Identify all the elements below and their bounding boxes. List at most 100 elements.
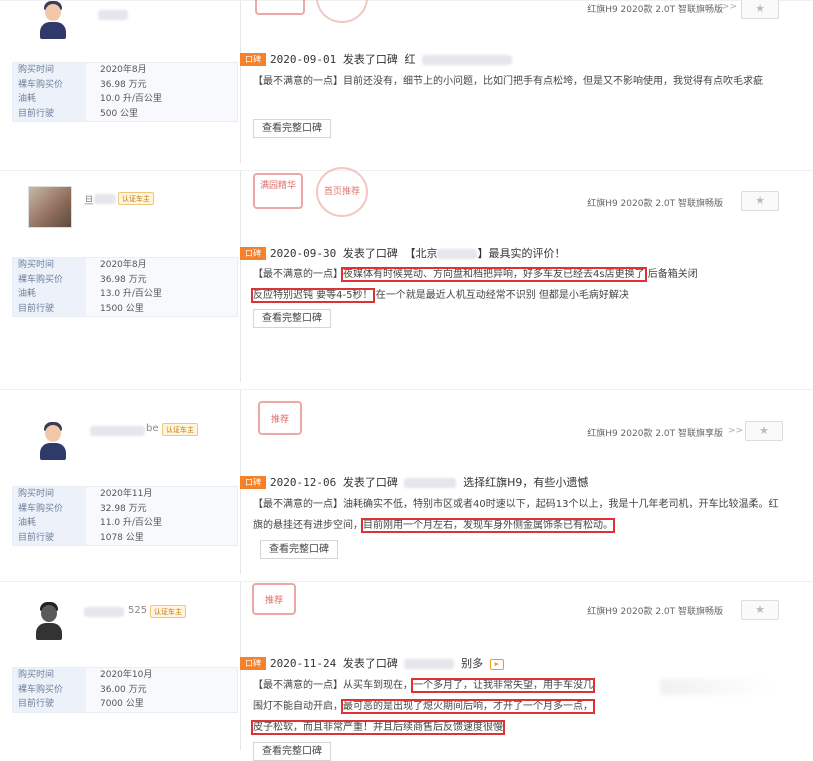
review-title-line[interactable]: 2020-09-30 发表了口碑 【北京 】最具实的评价！ <box>270 245 565 261</box>
recommend-seal-icon <box>316 0 368 23</box>
featured-stamp-icon <box>255 0 305 15</box>
username[interactable]: 525 <box>128 605 147 616</box>
review-body-text: 围灯不能自动开启， <box>253 701 343 712</box>
user-info-panel: 购买时间 2020年8月 裸车购买价 36.98 万元 油耗 10.0 升/百公里 目… <box>12 1 238 163</box>
car-model[interactable]: 红旗H9 2020款 2.0T 智联旗畅版 <box>587 196 723 209</box>
owner-stats: 购买时间 2020年11月 裸车购买价 32.98 万元 油耗 11.0 升/百公里 … <box>12 486 238 546</box>
highlighted-complaint: 皮子松软，而且非常严重！并且后续商售后反馈速度很慢 <box>251 720 505 735</box>
stat-label: 目前行驶 <box>13 530 86 545</box>
review-title-tail: 】最具实的评价！ <box>477 247 566 260</box>
stat-mileage: 1500 公里 <box>86 301 237 316</box>
review-body-label: 【最不满意的一点】从买车到现在， <box>253 680 413 691</box>
stat-price: 36.98 万元 <box>86 272 237 287</box>
review-date: 2020-12-06 <box>270 476 337 489</box>
certified-owner-badge: 认证车主 <box>118 192 154 205</box>
featured-stamp-badge: 满园精华 <box>253 173 303 209</box>
koubei-tag: 口碑 <box>240 476 266 489</box>
posted-label: 发表了口碑 <box>342 657 398 670</box>
homepage-recommend-badge: 首页推荐 <box>316 167 368 217</box>
car-model[interactable]: 红旗H9 2020款 2.0T 智联旗畅版 <box>587 2 723 15</box>
koubei-tag: 口碑 <box>240 657 266 670</box>
review-body-text: 后备箱关闭 <box>647 269 698 280</box>
chevron-right-icon[interactable]: >> <box>728 426 743 436</box>
highlighted-complaint: 夜媒体有时候晃动、方向盘和档把异响，好多车友已经去4s店更换了 <box>341 267 647 282</box>
stat-label: 购买时间 <box>13 63 86 78</box>
user-info-panel: 旦 认证车主 购买时间 2020年8月 裸车购买价 36.98 万元 油耗 13.0 … <box>12 171 238 382</box>
avatar[interactable] <box>36 422 70 462</box>
review-title: 红 <box>404 53 416 66</box>
stat-label: 目前行驶 <box>13 697 86 712</box>
stat-label: 裸车购买价 <box>13 272 86 287</box>
user-info-panel: 525 认证车主 购买时间 2020年10月 裸车购买价 36.00 万元 目前行驶… <box>12 582 238 750</box>
review-title-line[interactable]: 2020-12-06 发表了口碑 选择红旗H9，有些小遗憾 <box>270 474 588 490</box>
owner-stats: 购买时间 2020年8月 裸车购买价 36.98 万元 油耗 10.0 升/百公里 目… <box>12 62 238 122</box>
posted-label: 发表了口碑 <box>342 53 398 66</box>
recommend-badge: 推荐 <box>252 583 296 615</box>
username-blurred <box>90 426 145 436</box>
title-blurred <box>404 478 457 488</box>
favorite-star-button[interactable]: ★ <box>745 421 783 441</box>
chevron-right-icon[interactable]: >> <box>722 2 737 12</box>
stat-label: 油耗 <box>13 92 86 107</box>
view-full-review-button[interactable]: 查看完整口碑 <box>253 309 331 328</box>
stat-price: 32.98 万元 <box>86 501 237 516</box>
stat-label: 购买时间 <box>13 487 86 502</box>
favorite-star-button[interactable]: ★ <box>741 0 779 19</box>
review-card: 525 认证车主 购买时间 2020年10月 裸车购买价 36.00 万元 目前行驶… <box>0 581 813 761</box>
title-blurred <box>422 55 513 65</box>
stat-price: 36.98 万元 <box>86 77 237 92</box>
divider <box>240 1 241 163</box>
review-title-line[interactable]: 2020-11-24 发表了口碑 别多 ▶ <box>270 655 504 671</box>
certified-owner-badge: 认证车主 <box>162 423 198 436</box>
review-body-label: 【最不满意的一点】 <box>253 269 343 280</box>
stat-buy-time: 2020年10月 <box>86 668 237 683</box>
stat-label: 裸车购买价 <box>13 682 86 697</box>
koubei-tag: 口碑 <box>240 53 266 66</box>
review-date: 2020-11-24 <box>270 657 337 670</box>
car-model[interactable]: 红旗H9 2020款 2.0T 智联旗畅版 <box>587 604 723 617</box>
username[interactable]: 旦 <box>84 192 94 207</box>
certified-owner-badge: 认证车主 <box>150 605 186 618</box>
stat-buy-time: 2020年8月 <box>86 63 237 78</box>
avatar[interactable] <box>28 186 72 228</box>
review-body: 【最不满意的一点】从买车到现在，一个多月了，让我非常失望，用手车没几 围灯不能自… <box>251 675 673 738</box>
stat-mileage: 7000 公里 <box>86 697 237 712</box>
favorite-star-button[interactable]: ★ <box>741 191 779 211</box>
stat-label: 裸车购买价 <box>13 77 86 92</box>
review-title-line[interactable]: 2020-09-01 发表了口碑 红 <box>270 51 513 67</box>
owner-stats: 购买时间 2020年10月 裸车购买价 36.00 万元 目前行驶 7000 公里 <box>12 667 238 713</box>
review-title: 选择红旗H9，有些小遗憾 <box>463 476 589 489</box>
review-body: 【最不满意的一点】夜媒体有时候晃动、方向盘和档把异响，好多车友已经去4s店更换了… <box>251 264 793 306</box>
stat-label: 油耗 <box>13 287 86 302</box>
username[interactable]: be <box>146 423 159 434</box>
view-full-review-button[interactable]: 查看完整口碑 <box>253 119 331 138</box>
stat-mileage: 1078 公里 <box>86 530 237 545</box>
view-full-review-button[interactable]: 查看完整口碑 <box>260 540 338 559</box>
highlighted-complaint: 目前刚用一个月左右，发现车身外侧金属饰条已有松动。 <box>361 518 615 533</box>
stat-label: 购买时间 <box>13 668 86 683</box>
owner-stats: 购买时间 2020年8月 裸车购买价 36.98 万元 油耗 13.0 升/百公里 目… <box>12 257 238 317</box>
posted-label: 发表了口碑 <box>342 247 398 260</box>
favorite-star-button[interactable]: ★ <box>741 600 779 620</box>
avatar[interactable] <box>36 1 70 41</box>
stat-mileage: 500 公里 <box>86 106 237 121</box>
stat-label: 购买时间 <box>13 258 86 273</box>
highlighted-complaint: 反应特别迟钝 要等4-5秒！ <box>251 288 375 303</box>
recommend-badge: 推荐 <box>258 401 302 435</box>
stat-buy-time: 2020年11月 <box>86 487 237 502</box>
review-card: 旦 认证车主 购买时间 2020年8月 裸车购买价 36.98 万元 油耗 13.0 … <box>0 167 813 382</box>
stat-price: 36.00 万元 <box>86 682 237 697</box>
view-full-review-button[interactable]: 查看完整口碑 <box>253 742 331 761</box>
username-blurred <box>98 10 128 20</box>
review-title: 【北京 <box>404 247 438 260</box>
car-model[interactable]: 红旗H9 2020款 2.0T 智联旗享版 <box>587 426 723 439</box>
username-blurred <box>84 607 124 617</box>
avatar[interactable] <box>32 602 66 642</box>
review-body: 【最不满意的一点】目前还没有，细节上的小问题，比如门把手有点松垮，但是又不影响使… <box>253 76 763 87</box>
highlighted-complaint: 最可恶的是出现了熄火期间后响，才开了一个月多一点， <box>341 699 595 714</box>
review-body: 【最不满意的一点】油耗确实不低，特别市区或者40时速以下，起码13个以上，我是十… <box>253 494 783 536</box>
video-icon: ▶ <box>489 658 504 670</box>
stat-fuel: 10.0 升/百公里 <box>86 92 237 107</box>
title-blurred <box>404 659 455 669</box>
divider <box>240 171 241 382</box>
